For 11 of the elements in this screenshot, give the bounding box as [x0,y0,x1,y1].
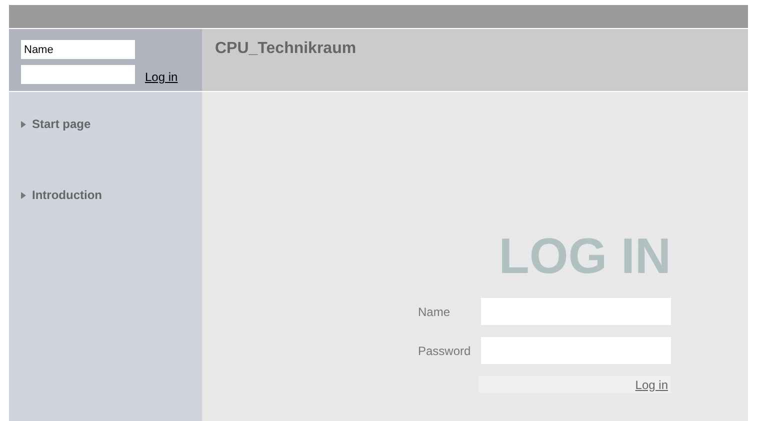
login-button[interactable]: Log in [479,376,671,393]
login-link[interactable]: Log in [145,70,178,84]
password-label: Password [418,344,472,358]
password-field[interactable] [21,65,135,84]
triangle-icon [21,120,26,128]
page-title: CPU_Technikraum [215,40,356,57]
sidebar-item[interactable]: Introduction [21,188,202,202]
name-field[interactable]: Name [21,40,135,59]
name-label: Name [418,304,452,318]
sidebar-item[interactable]: Start page [21,117,202,131]
triangle-icon [21,192,26,198]
